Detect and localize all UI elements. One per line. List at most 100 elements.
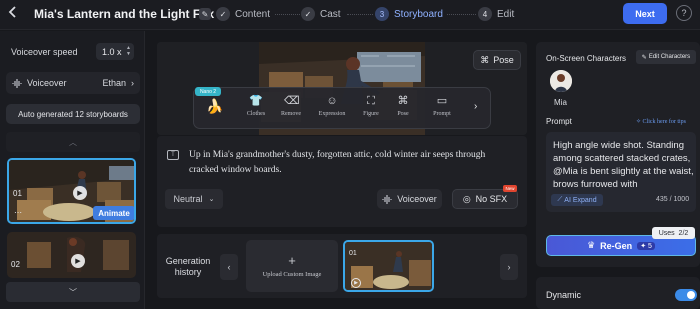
nano-badge: Nano 2 xyxy=(195,87,221,96)
scroll-up-button[interactable]: ︿ xyxy=(6,132,140,152)
tips-link[interactable]: ✧ Click here for tips xyxy=(636,118,686,125)
scene-narration-text[interactable]: Up in Mia's grandmother's dusty, forgott… xyxy=(189,148,511,178)
history-next-button[interactable]: › xyxy=(500,254,518,280)
upload-label: Upload Custom Image xyxy=(262,270,322,278)
scroll-down-button[interactable]: ﹀ xyxy=(6,282,140,302)
pose-button[interactable]: ⌘ Pose xyxy=(473,50,521,70)
step-cast[interactable]: ✓ Cast xyxy=(301,6,341,22)
step-storyboard[interactable]: 3 Storyboard xyxy=(375,6,443,22)
credit-cost-value: 5 xyxy=(648,242,652,250)
attic-scene-image xyxy=(7,232,136,278)
emotion-value: Neutral xyxy=(173,194,203,204)
voiceover-button-label: Voiceover xyxy=(397,194,437,204)
ai-expand-label: AI Expand xyxy=(564,196,597,204)
sfx-button-label: No SFX xyxy=(475,194,508,204)
pose-icon: ⌘ xyxy=(480,54,490,65)
tool-figure[interactable]: ⛶ Figure xyxy=(355,94,387,117)
ai-expand-button[interactable]: ⟋ AI Expand xyxy=(551,194,603,206)
play-icon[interactable]: ▶ xyxy=(73,186,87,200)
waveform-icon xyxy=(12,78,22,88)
upload-custom-image-button[interactable]: + Upload Custom Image xyxy=(246,240,338,292)
tool-label: Expression xyxy=(318,111,346,117)
character-count: 435 / 1000 xyxy=(656,196,690,203)
help-icon[interactable]: ? xyxy=(676,5,692,21)
step-edit-label: Edit xyxy=(497,8,515,20)
history-prev-button[interactable]: ‹ xyxy=(220,254,238,280)
storyboard-thumb-02[interactable]: 02 ▶ xyxy=(7,232,136,278)
edit-characters-button[interactable]: ✎ Edit Characters xyxy=(636,50,696,64)
dynamic-label: Dynamic xyxy=(546,290,582,300)
new-badge: New xyxy=(503,185,517,192)
storyboard-thumb-01[interactable]: 01 ▶ ⋯ Animate xyxy=(7,158,136,224)
credit-cost: ✦ 5 xyxy=(637,241,655,250)
voiceover-value: Ethan xyxy=(102,78,126,88)
next-button[interactable]: Next xyxy=(623,3,667,24)
play-icon[interactable]: ▶ xyxy=(351,278,361,288)
step-number-badge: 4 xyxy=(478,7,492,21)
text-prompt-icon: T xyxy=(167,150,179,160)
face-icon: ☺ xyxy=(326,95,338,107)
history-thumb-number: 01 xyxy=(349,250,357,257)
tool-label: Pose xyxy=(397,111,409,117)
avatar[interactable] xyxy=(550,70,572,92)
more-options-icon[interactable]: ⋯ xyxy=(14,208,22,217)
step-divider xyxy=(347,14,373,15)
prompt-text[interactable]: High angle wide shot. Standing among sca… xyxy=(553,139,695,191)
voiceover-button[interactable]: Voiceover xyxy=(377,189,442,209)
voiceover-speed-stepper[interactable]: 1.0 x ▲ ▼ xyxy=(96,43,134,60)
chevron-down-icon: ⌄ xyxy=(208,196,215,203)
step-edit[interactable]: 4 Edit xyxy=(478,6,514,22)
regen-label: Re-Gen xyxy=(600,240,633,251)
edit-characters-label: Edit Characters xyxy=(648,54,691,60)
voiceover-speed-label: Voiceover speed xyxy=(11,47,78,57)
back-button[interactable] xyxy=(7,5,23,23)
step-divider xyxy=(275,14,300,15)
history-thumb-01[interactable]: 01 ▶ xyxy=(343,240,434,292)
tool-label: Figure xyxy=(363,111,379,117)
tool-clothes[interactable]: 👕 Clothes xyxy=(240,94,272,117)
tool-pose[interactable]: ⌘ Pose xyxy=(387,94,419,117)
chevron-left-icon xyxy=(8,6,16,18)
voiceover-selector[interactable]: Voiceover Ethan › xyxy=(6,72,140,94)
voiceover-label: Voiceover xyxy=(27,78,67,88)
uses-value: 2/2 xyxy=(678,229,689,237)
chevron-right-icon: › xyxy=(131,78,134,88)
tool-expression[interactable]: ☺ Expression xyxy=(316,94,348,117)
storyboard-number: 02 xyxy=(11,260,20,269)
chevron-left-icon: ‹ xyxy=(227,262,231,272)
sfx-button[interactable]: ◎ No SFX xyxy=(452,189,518,209)
generation-history-label: Generation history xyxy=(165,256,211,277)
tool-remove[interactable]: ⌫ Remove xyxy=(275,94,307,117)
project-title: Mia's Lantern and the Light Fox xyxy=(34,7,215,21)
check-icon: ✓ xyxy=(301,7,315,21)
tool-label: Clothes xyxy=(246,111,266,117)
sfx-icon: ◎ xyxy=(462,193,471,204)
tool-label: Prompt xyxy=(433,111,451,117)
uses-badge: Uses 2/2 xyxy=(652,227,695,239)
stepper-arrows-icon[interactable]: ▲ ▼ xyxy=(126,45,131,57)
mia-avatar-image xyxy=(550,70,572,92)
animate-button[interactable]: Animate xyxy=(93,206,134,220)
step-divider xyxy=(447,14,476,15)
magic-wand-icon: ⟋ xyxy=(557,196,563,203)
step-content[interactable]: ✎ ✓ Content xyxy=(199,6,270,22)
pose-icon: ⌘ xyxy=(397,95,409,107)
chevron-right-icon[interactable]: › xyxy=(474,101,477,112)
chat-bubble-icon: ▭ xyxy=(436,95,448,107)
chevron-down-icon: ﹀ xyxy=(69,287,77,297)
plus-icon: + xyxy=(288,252,296,268)
dynamic-toggle[interactable] xyxy=(675,289,697,301)
tool-prompt[interactable]: ▭ Prompt xyxy=(426,94,458,117)
storyboard-number: 01 xyxy=(13,189,22,198)
step-content-label: Content xyxy=(235,8,271,20)
check-icon: ✓ xyxy=(216,7,230,21)
character-name: Mia xyxy=(554,98,567,107)
step-number-badge: 3 xyxy=(375,7,389,21)
play-icon[interactable]: ▶ xyxy=(71,254,85,268)
prompt-label: Prompt xyxy=(546,117,572,126)
banana-icon[interactable]: 🍌 xyxy=(206,98,223,115)
emotion-dropdown[interactable]: Neutral ⌄ xyxy=(165,189,223,209)
step-cast-label: Cast xyxy=(320,8,341,20)
step-storyboard-label: Storyboard xyxy=(394,8,443,20)
auto-generated-storyboards-button[interactable]: Auto generated 12 storyboards xyxy=(6,104,140,124)
